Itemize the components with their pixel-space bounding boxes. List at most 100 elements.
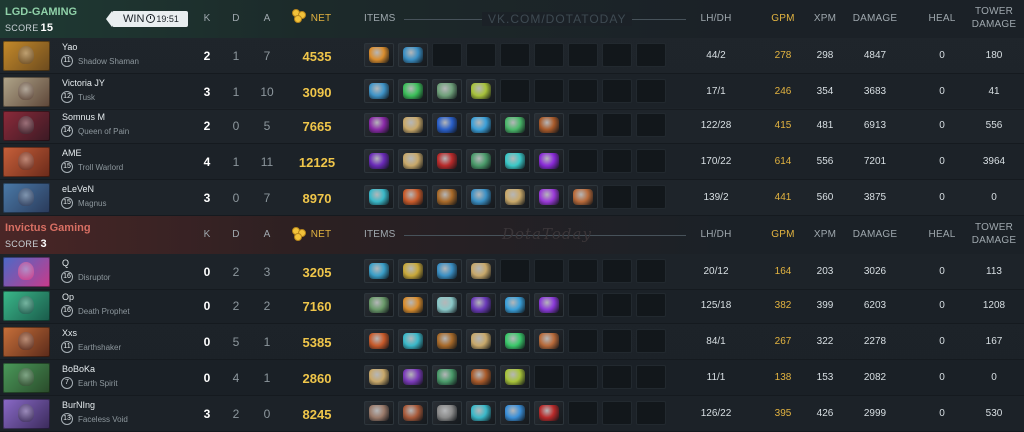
item-icon[interactable] <box>466 79 496 103</box>
item-icon[interactable] <box>398 185 428 209</box>
item-icon[interactable] <box>364 259 394 283</box>
player-row[interactable]: Somnus M 14 Queen of Pain 2 0 5 7665 122/28 415 4… <box>0 108 1024 144</box>
hero-portrait[interactable] <box>3 77 50 107</box>
player-row[interactable]: BoBoKa 7 Earth Spirit 0 4 1 2860 11/1 138 153 2082… <box>0 360 1024 396</box>
player-name[interactable]: Victoria JY <box>62 78 105 88</box>
item-glyph <box>471 405 491 421</box>
item-icon[interactable] <box>432 293 462 317</box>
item-icon[interactable] <box>432 113 462 137</box>
item-icon[interactable] <box>398 149 428 173</box>
item-icon[interactable] <box>534 113 564 137</box>
player-name[interactable]: eLeVeN <box>62 184 94 194</box>
hero-portrait[interactable] <box>3 291 50 321</box>
item-icon[interactable] <box>398 293 428 317</box>
item-icon[interactable] <box>466 329 496 353</box>
item-glyph <box>505 369 525 385</box>
item-icon[interactable] <box>364 329 394 353</box>
item-icon[interactable] <box>432 149 462 173</box>
item-icon[interactable] <box>364 149 394 173</box>
item-icon[interactable] <box>364 43 394 67</box>
item-icon[interactable] <box>432 79 462 103</box>
item-icon[interactable] <box>364 185 394 209</box>
player-name[interactable]: AME <box>62 148 82 158</box>
player-row[interactable]: BurNIng 13 Faceless Void 3 2 0 8245 126/22 395 42… <box>0 396 1024 432</box>
hero-portrait[interactable] <box>3 41 50 71</box>
item-glyph <box>505 333 525 349</box>
player-row[interactable]: eLeVeN 15 Magnus 3 0 7 8970 139/2 441 560 3875 0 0 <box>0 180 1024 216</box>
hero-portrait[interactable] <box>3 147 50 177</box>
hero-portrait[interactable] <box>3 111 50 141</box>
item-icon[interactable] <box>364 79 394 103</box>
item-icon[interactable] <box>500 113 530 137</box>
player-name[interactable]: Somnus M <box>62 112 105 122</box>
player-row[interactable]: Q 16 Disruptor 0 2 3 3205 20/12 164 203 3026 0 113 <box>0 254 1024 290</box>
item-icon[interactable] <box>466 401 496 425</box>
heal-value: 0 <box>939 192 945 203</box>
item-glyph <box>505 153 525 169</box>
player-name[interactable]: Q <box>62 258 69 268</box>
player-name[interactable]: Op <box>62 292 74 302</box>
item-icon[interactable] <box>500 185 530 209</box>
item-glyph <box>369 333 389 349</box>
item-icon[interactable] <box>500 401 530 425</box>
hero-name: Queen of Pain <box>78 127 130 136</box>
item-icon[interactable] <box>500 365 530 389</box>
item-icon[interactable] <box>534 329 564 353</box>
item-icon[interactable] <box>432 185 462 209</box>
item-icon[interactable] <box>364 113 394 137</box>
item-icon[interactable] <box>398 43 428 67</box>
item-icon[interactable] <box>398 329 428 353</box>
gold-coin-icon <box>292 227 307 242</box>
item-glyph <box>437 333 457 349</box>
empty-item-slot <box>534 259 564 283</box>
item-icon[interactable] <box>432 329 462 353</box>
item-icon[interactable] <box>432 365 462 389</box>
item-icon[interactable] <box>398 259 428 283</box>
item-icon[interactable] <box>364 365 394 389</box>
player-name[interactable]: BoBoKa <box>62 364 95 374</box>
hero-name: Shadow Shaman <box>78 57 139 66</box>
item-icon[interactable] <box>466 259 496 283</box>
item-icon[interactable] <box>398 365 428 389</box>
hero-portrait[interactable] <box>3 399 50 429</box>
player-name[interactable]: Yao <box>62 42 77 52</box>
item-icon[interactable] <box>466 185 496 209</box>
item-icon[interactable] <box>398 401 428 425</box>
xpm-value: 322 <box>816 336 834 347</box>
empty-item-slot <box>534 43 564 67</box>
player-name[interactable]: BurNIng <box>62 400 95 410</box>
item-glyph <box>403 189 423 205</box>
player-row[interactable]: Op 16 Death Prophet 0 2 2 7160 125/18 382 399 6203… <box>0 288 1024 324</box>
hero-portrait[interactable] <box>3 363 50 393</box>
item-icon[interactable] <box>500 293 530 317</box>
hero-portrait[interactable] <box>3 183 50 213</box>
item-icon[interactable] <box>364 401 394 425</box>
item-icon[interactable] <box>500 149 530 173</box>
item-icon[interactable] <box>466 149 496 173</box>
player-row[interactable]: Xxs 11 Earthshaker 0 5 1 5385 84/1 267 322 2278 0 16… <box>0 324 1024 360</box>
item-icon[interactable] <box>398 113 428 137</box>
item-icon[interactable] <box>466 113 496 137</box>
item-icon[interactable] <box>500 329 530 353</box>
item-icon[interactable] <box>534 401 564 425</box>
hero-portrait[interactable] <box>3 327 50 357</box>
hero-portrait[interactable] <box>3 257 50 287</box>
empty-item-slot <box>466 43 496 67</box>
item-icon[interactable] <box>398 79 428 103</box>
tower-damage-value: 167 <box>985 336 1003 347</box>
player-row[interactable]: Victoria JY 12 Tusk 3 1 10 3090 17/1 246 354 3683 0… <box>0 74 1024 110</box>
kills-value: 2 <box>203 49 211 63</box>
player-row[interactable]: Yao 11 Shadow Shaman 2 1 7 4535 44/2 278 298 4847 0… <box>0 38 1024 74</box>
item-icon[interactable] <box>568 185 598 209</box>
item-icon[interactable] <box>534 293 564 317</box>
item-icon[interactable] <box>534 149 564 173</box>
player-name[interactable]: Xxs <box>62 328 77 338</box>
column-heal: HEAL <box>928 229 956 240</box>
item-icon[interactable] <box>432 259 462 283</box>
item-icon[interactable] <box>466 293 496 317</box>
player-row[interactable]: AME 15 Troll Warlord 4 1 11 12125 170/22 614 556 7… <box>0 144 1024 180</box>
item-icon[interactable] <box>432 401 462 425</box>
item-icon[interactable] <box>466 365 496 389</box>
item-icon[interactable] <box>534 185 564 209</box>
item-icon[interactable] <box>364 293 394 317</box>
